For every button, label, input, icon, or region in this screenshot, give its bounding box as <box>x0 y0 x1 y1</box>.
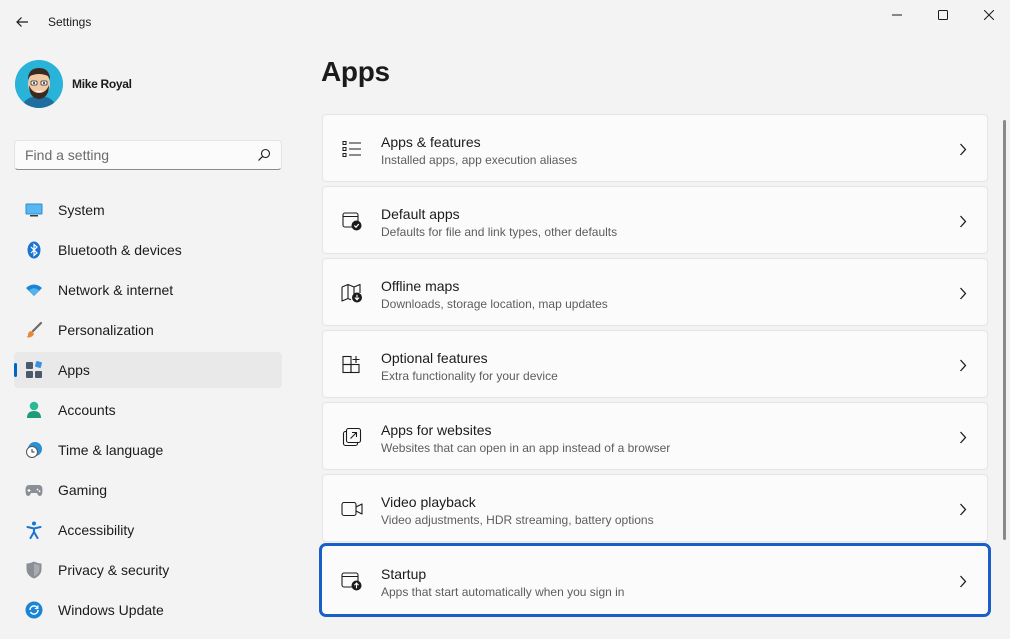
clock-globe-icon <box>24 440 44 460</box>
close-icon <box>984 10 994 20</box>
chevron-right-icon <box>957 286 969 300</box>
item-title: Apps & features <box>381 134 481 150</box>
open-external-icon <box>341 426 363 448</box>
default-apps-item[interactable]: Default apps Defaults for file and link … <box>322 186 988 254</box>
shield-icon <box>24 560 44 580</box>
offline-maps-item[interactable]: Offline maps Downloads, storage location… <box>322 258 988 326</box>
wifi-icon <box>24 280 44 300</box>
item-description: Downloads, storage location, map updates <box>381 297 608 311</box>
item-title: Offline maps <box>381 278 460 294</box>
item-description: Video adjustments, HDR streaming, batter… <box>381 513 654 527</box>
sidebar-item-label: Gaming <box>58 482 108 498</box>
item-title: Startup <box>381 566 427 582</box>
sidebar-item-accessibility[interactable]: Accessibility <box>14 512 282 548</box>
add-grid-icon <box>341 354 363 376</box>
sidebar-item-label: Apps <box>58 362 90 378</box>
sidebar-item-label: System <box>58 202 105 218</box>
user-profile[interactable]: Mike Royal <box>15 59 132 109</box>
brush-icon <box>24 320 44 340</box>
chevron-right-icon <box>957 358 969 372</box>
page-title: Apps <box>321 56 390 87</box>
sidebar-item-windows-update[interactable]: Windows Update <box>14 592 282 628</box>
title-bar: Settings <box>0 0 1010 44</box>
bluetooth-icon <box>24 240 44 260</box>
apps-features-item[interactable]: Apps & features Installed apps, app exec… <box>322 114 988 182</box>
selection-indicator <box>14 363 17 377</box>
user-name: Mike Royal <box>72 77 132 91</box>
apps-icon <box>24 360 44 380</box>
sidebar-item-apps[interactable]: Apps <box>14 352 282 388</box>
chevron-right-icon <box>957 502 969 516</box>
chevron-right-icon <box>957 574 969 588</box>
sidebar-item-label: Personalization <box>58 322 154 338</box>
chevron-right-icon <box>957 430 969 444</box>
video-camera-icon <box>341 498 363 520</box>
sidebar-item-label: Accounts <box>58 402 116 418</box>
item-description: Websites that can open in an app instead… <box>381 441 671 455</box>
accessibility-icon <box>24 520 44 540</box>
startup-item[interactable]: Startup Apps that start automatically wh… <box>319 543 991 617</box>
video-playback-item[interactable]: Video playback Video adjustments, HDR st… <box>322 474 988 542</box>
settings-window: Settings Mike Royal Find a setting Syste… <box>0 0 1010 639</box>
sidebar-item-label: Windows Update <box>58 602 164 618</box>
sidebar-item-accounts[interactable]: Accounts <box>14 392 282 428</box>
update-icon <box>24 600 44 620</box>
chevron-right-icon <box>957 142 969 156</box>
sidebar-item-network[interactable]: Network & internet <box>14 272 282 308</box>
map-download-icon <box>341 282 363 304</box>
sidebar-item-system[interactable]: System <box>14 192 282 228</box>
minimize-icon <box>892 14 902 16</box>
item-title: Video playback <box>381 494 476 510</box>
sidebar-item-label: Accessibility <box>58 522 135 538</box>
sidebar-item-bluetooth[interactable]: Bluetooth & devices <box>14 232 282 268</box>
sidebar-item-gaming[interactable]: Gaming <box>14 472 282 508</box>
avatar <box>15 60 63 108</box>
scrollbar[interactable] <box>1003 120 1006 540</box>
item-description: Extra functionality for your device <box>381 369 558 383</box>
list-icon <box>341 138 363 160</box>
person-icon <box>24 400 44 420</box>
item-title: Apps for websites <box>381 422 492 438</box>
sidebar-item-personalization[interactable]: Personalization <box>14 312 282 348</box>
item-title: Optional features <box>381 350 488 366</box>
search-box <box>14 140 282 170</box>
back-button[interactable] <box>8 8 36 36</box>
gamepad-icon <box>24 480 44 500</box>
back-arrow-icon <box>16 17 28 27</box>
sidebar-item-label: Bluetooth & devices <box>58 242 182 258</box>
avatar-image-icon <box>15 60 63 108</box>
sidebar-item-privacy-security[interactable]: Privacy & security <box>14 552 282 588</box>
chevron-right-icon <box>957 214 969 228</box>
search-input[interactable] <box>15 141 251 169</box>
sidebar-item-time-language[interactable]: Time & language <box>14 432 282 468</box>
close-button[interactable] <box>966 0 1010 30</box>
default-apps-icon <box>341 210 363 232</box>
minimize-button[interactable] <box>874 0 920 30</box>
monitor-icon <box>24 200 44 220</box>
sidebar-nav: System Bluetooth & devices Network & int… <box>14 192 282 632</box>
maximize-icon <box>938 10 948 20</box>
settings-list: Apps & features Installed apps, app exec… <box>319 114 991 618</box>
item-description: Installed apps, app execution aliases <box>381 153 578 167</box>
sidebar-item-label: Time & language <box>58 442 164 458</box>
search-icon[interactable] <box>257 148 271 162</box>
item-title: Default apps <box>381 206 460 222</box>
item-description: Defaults for file and link types, other … <box>381 225 618 239</box>
sidebar-item-label: Privacy & security <box>58 562 170 578</box>
apps-for-websites-item[interactable]: Apps for websites Websites that can open… <box>322 402 988 470</box>
startup-icon <box>341 570 363 592</box>
window-title: Settings <box>48 15 92 29</box>
item-description: Apps that start automatically when you s… <box>381 585 625 599</box>
optional-features-item[interactable]: Optional features Extra functionality fo… <box>322 330 988 398</box>
sidebar-item-label: Network & internet <box>58 282 174 298</box>
maximize-button[interactable] <box>920 0 966 30</box>
